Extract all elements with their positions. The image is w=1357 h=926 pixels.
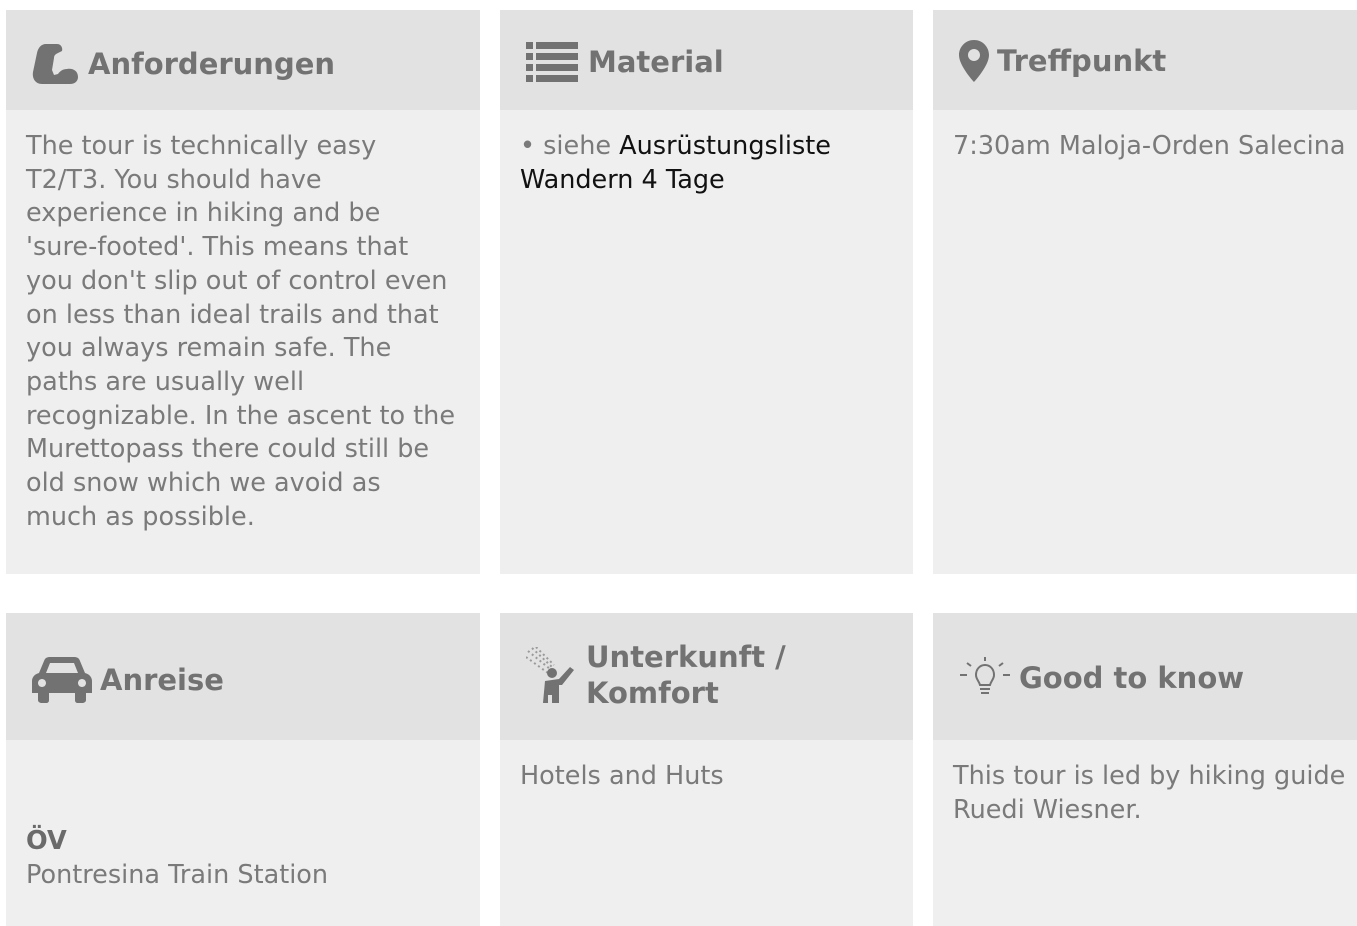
- card-anreise: Anreise ÖV Pontresina Train Station: [6, 613, 480, 926]
- bullet-prefix: • siehe: [520, 131, 620, 161]
- card-body: The tour is technically easy T2/T3. You …: [26, 130, 458, 534]
- card-treffpunkt: Treffpunkt 7:30am Maloja-Orden Salecina: [933, 10, 1357, 574]
- meeting-point-text: 7:30am Maloja-Orden Salecina: [953, 131, 1346, 161]
- material-item: • siehe Ausrüstungsliste Wandern 4 Tage: [520, 130, 895, 197]
- transport-subheading: ÖV: [26, 826, 67, 856]
- card-title-line1: Unterkunft /: [586, 640, 786, 674]
- arrival-text: Pontresina Train Station: [26, 859, 329, 890]
- card-unterkunft: Unterkunft / Komfort Hotels and Huts: [500, 613, 913, 926]
- card-header: Good to know: [933, 613, 1357, 740]
- card-title: Treffpunkt: [997, 44, 1167, 78]
- card-header: Unterkunft / Komfort: [500, 613, 913, 740]
- card-title: Material: [588, 45, 724, 79]
- card-title-line2: Komfort: [586, 676, 719, 710]
- card-body: ÖV Pontresina Train Station: [26, 825, 462, 892]
- requirements-text: The tour is technically easy T2/T3. You …: [26, 131, 456, 532]
- card-material: Material • siehe Ausrüstungsliste Wander…: [500, 10, 913, 574]
- map-pin-icon: [959, 40, 989, 82]
- good-to-know-text: This tour is led by hiking guide Ruedi W…: [953, 761, 1346, 825]
- accommodation-text: Hotels and Huts: [520, 761, 724, 791]
- card-header: Anforderungen: [6, 10, 480, 110]
- shower-icon: [526, 647, 576, 703]
- card-title: Unterkunft / Komfort: [586, 639, 786, 711]
- lightbulb-icon: [959, 657, 1011, 699]
- car-icon: [32, 657, 92, 703]
- card-anforderungen: Anforderungen The tour is technically ea…: [6, 10, 480, 574]
- card-title: Anreise: [100, 663, 224, 697]
- card-header: Material: [500, 10, 913, 110]
- card-body: Hotels and Huts: [520, 760, 895, 794]
- card-header: Anreise: [6, 613, 480, 740]
- card-title: Good to know: [1019, 661, 1245, 695]
- card-title: Anforderungen: [88, 47, 336, 81]
- card-body: This tour is led by hiking guide Ruedi W…: [953, 760, 1357, 827]
- card-body: • siehe Ausrüstungsliste Wandern 4 Tage: [520, 130, 895, 197]
- card-header: Treffpunkt: [933, 10, 1357, 110]
- list-icon: [526, 42, 578, 82]
- card-good-to-know: Good to know This tour is led by hiking …: [933, 613, 1357, 926]
- flexed-arm-icon: [32, 42, 78, 86]
- card-body: 7:30am Maloja-Orden Salecina: [953, 130, 1357, 164]
